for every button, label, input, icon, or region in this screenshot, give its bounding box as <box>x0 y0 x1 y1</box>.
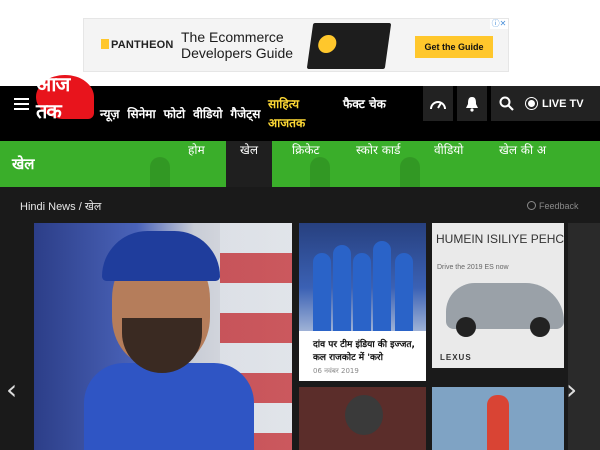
ad-creative[interactable]: PANTHEON The Ecommerce Developers Guide … <box>83 18 509 72</box>
nav-item-video[interactable]: वीडियो <box>193 105 222 122</box>
nav-item-fact-check[interactable]: फैक्ट चेक <box>343 95 391 114</box>
speedometer-icon[interactable] <box>423 86 453 121</box>
tab-cricket[interactable]: क्रिकेट <box>292 141 320 187</box>
main-nav: न्यूज़ सिनेमा फोटो वीडियो गैजेट्स <box>100 105 268 122</box>
live-tv-button[interactable]: LIVE TV <box>521 86 600 121</box>
decorative-silhouette <box>150 157 170 187</box>
section-title: खेल <box>12 155 35 173</box>
live-dot-icon <box>528 100 535 107</box>
lexus-ad-subtext: Drive the 2019 ES now <box>437 264 509 271</box>
news-carousel: दांव पर टीम इंडिया की इज्जत, कल राजकोट म… <box>0 223 600 450</box>
nav-item-sahitya-aajtak[interactable]: साहित्य आजतक <box>268 95 328 133</box>
story-card-image <box>299 223 426 331</box>
decorative-silhouette <box>400 157 420 187</box>
story-card-date: 06 नवंबर 2019 <box>313 367 359 375</box>
ad-guide-image <box>306 23 392 69</box>
story-card[interactable]: दांव पर टीम इंडिया की इज्जत, कल राजकोट म… <box>299 223 426 381</box>
bell-icon[interactable] <box>457 86 487 121</box>
nav-item-gadgets[interactable]: गैजेट्स <box>231 105 261 122</box>
nav-item-photo[interactable]: फोटो <box>164 105 186 122</box>
site-logo[interactable]: आज तक <box>36 72 94 123</box>
top-header: आज तक न्यूज़ सिनेमा फोटो वीडियो गैजेट्स … <box>0 72 600 141</box>
carousel-next-arrow-icon[interactable]: › <box>566 373 577 406</box>
next-card-peek <box>568 223 600 450</box>
tab-video[interactable]: वीडियो <box>434 141 463 187</box>
story-card-image-3[interactable] <box>432 387 564 450</box>
lexus-logo: LEXUS <box>440 353 472 362</box>
hamburger-menu-icon[interactable] <box>14 98 29 110</box>
search-icon[interactable] <box>491 86 521 121</box>
breadcrumb-home-link[interactable]: Hindi News <box>20 201 76 213</box>
ad-brand-logo: PANTHEON <box>101 39 174 51</box>
story-card-title[interactable]: दांव पर टीम इंडिया की इज्जत, कल राजकोट म… <box>313 339 421 365</box>
hero-story-image[interactable] <box>34 223 292 450</box>
tab-home[interactable]: होम <box>188 141 205 187</box>
lexus-ad-card[interactable]: HUMEIN ISILIYE PEHCHANTI HAI DUN Drive t… <box>432 223 564 368</box>
tab-sports-more[interactable]: खेल की अ <box>499 141 546 187</box>
section-nav-bar: खेल होम खेल क्रिकेट स्कोर कार्ड वीडियो ख… <box>0 141 600 187</box>
car-image <box>446 283 564 337</box>
breadcrumb-separator: / <box>78 201 82 213</box>
nav-item-cinema[interactable]: सिनेमा <box>127 105 155 122</box>
breadcrumb: Hindi News / खेल Feedback <box>0 187 600 223</box>
nav-item-news[interactable]: न्यूज़ <box>100 105 119 122</box>
tab-sports-active[interactable]: खेल <box>226 141 272 187</box>
feedback-link[interactable]: Feedback <box>527 201 579 211</box>
lexus-ad-headline: HUMEIN ISILIYE PEHCHANTI HAI DUN <box>436 232 564 246</box>
carousel-prev-arrow-icon[interactable]: ‹ <box>6 373 17 406</box>
feedback-icon <box>527 201 536 210</box>
ad-headline: The Ecommerce Developers Guide <box>181 29 294 61</box>
tab-score-card[interactable]: स्कोर कार्ड <box>356 141 400 187</box>
ad-cta-button[interactable]: Get the Guide <box>415 36 493 58</box>
ad-close-icon[interactable]: ⓘ✕ <box>490 19 508 29</box>
breadcrumb-current: खेल <box>84 201 102 213</box>
story-card-image-2[interactable] <box>299 387 426 450</box>
